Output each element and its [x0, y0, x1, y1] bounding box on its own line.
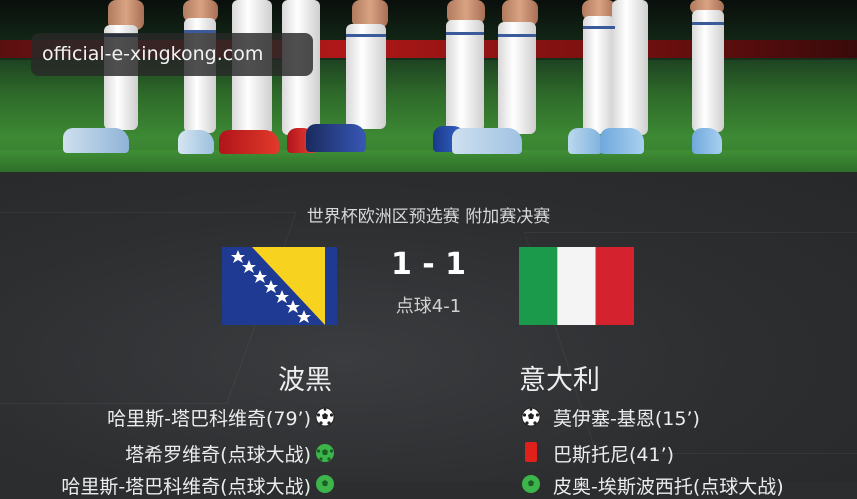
home-event-text: 塔希罗维奇(点球大战): [125, 444, 311, 466]
home-event: 哈里斯-塔巴科维奇(点球大战): [61, 472, 311, 498]
away-event: 皮奥-埃斯波西托(点球大战): [553, 472, 784, 498]
player-sock: [346, 24, 386, 129]
player-boot: [219, 130, 279, 154]
away-event: 莫伊塞-基恩(15’): [553, 404, 700, 430]
sock-stripe: [583, 26, 615, 29]
player-boot: [63, 128, 129, 153]
bosnia-flag-icon: [222, 247, 337, 325]
hero-photo: [0, 0, 857, 172]
home-event-text: 哈里斯-塔巴科维奇(点球大战): [61, 476, 311, 498]
player-sock: [612, 0, 648, 135]
italy-flag-icon: [519, 247, 634, 325]
home-team-name: 波黑: [278, 365, 332, 396]
home-event: 哈里斯-塔巴科维奇(79’): [107, 404, 311, 430]
home-event: 塔希罗维奇(点球大战): [125, 440, 311, 466]
player-sock: [692, 10, 724, 132]
player-boot: [568, 128, 602, 154]
competition-title: 世界杯欧洲区预选赛 附加赛决赛: [306, 207, 551, 227]
soccer-ball-icon: [315, 407, 335, 427]
player-sock: [446, 20, 484, 132]
away-event-text: 莫伊塞-基恩(15’): [553, 408, 700, 430]
penalty-scored-icon: [316, 444, 334, 462]
sock-stripe: [498, 34, 536, 37]
penalty-missed-icon: [522, 475, 540, 493]
player-boot: [692, 128, 722, 154]
player-boot: [306, 124, 366, 152]
sock-stripe: [692, 22, 724, 25]
match-score: 1 - 1: [390, 247, 467, 282]
watermark-label: official-e-xingkong.com: [31, 33, 313, 76]
penalty-scored-icon: [316, 475, 334, 493]
player-boot: [452, 128, 522, 154]
away-team-name: 意大利: [519, 365, 600, 396]
pitch-grass: [0, 150, 857, 172]
sock-stripe: [446, 32, 484, 35]
penalty-score: 点球4-1: [395, 296, 462, 317]
red-card-icon: [525, 442, 537, 462]
soccer-ball-icon: [521, 407, 541, 427]
home-event-text: 哈里斯-塔巴科维奇(79’): [107, 408, 311, 430]
away-event: 巴斯托尼(41’): [553, 440, 674, 466]
player-boot: [600, 128, 644, 154]
sock-stripe: [346, 34, 386, 37]
player-sock: [498, 22, 536, 134]
away-event-text: 巴斯托尼(41’): [553, 444, 675, 466]
away-event-text: 皮奥-埃斯波西托(点球大战): [553, 476, 784, 498]
player-sock: [583, 16, 615, 134]
player-boot: [178, 130, 214, 154]
